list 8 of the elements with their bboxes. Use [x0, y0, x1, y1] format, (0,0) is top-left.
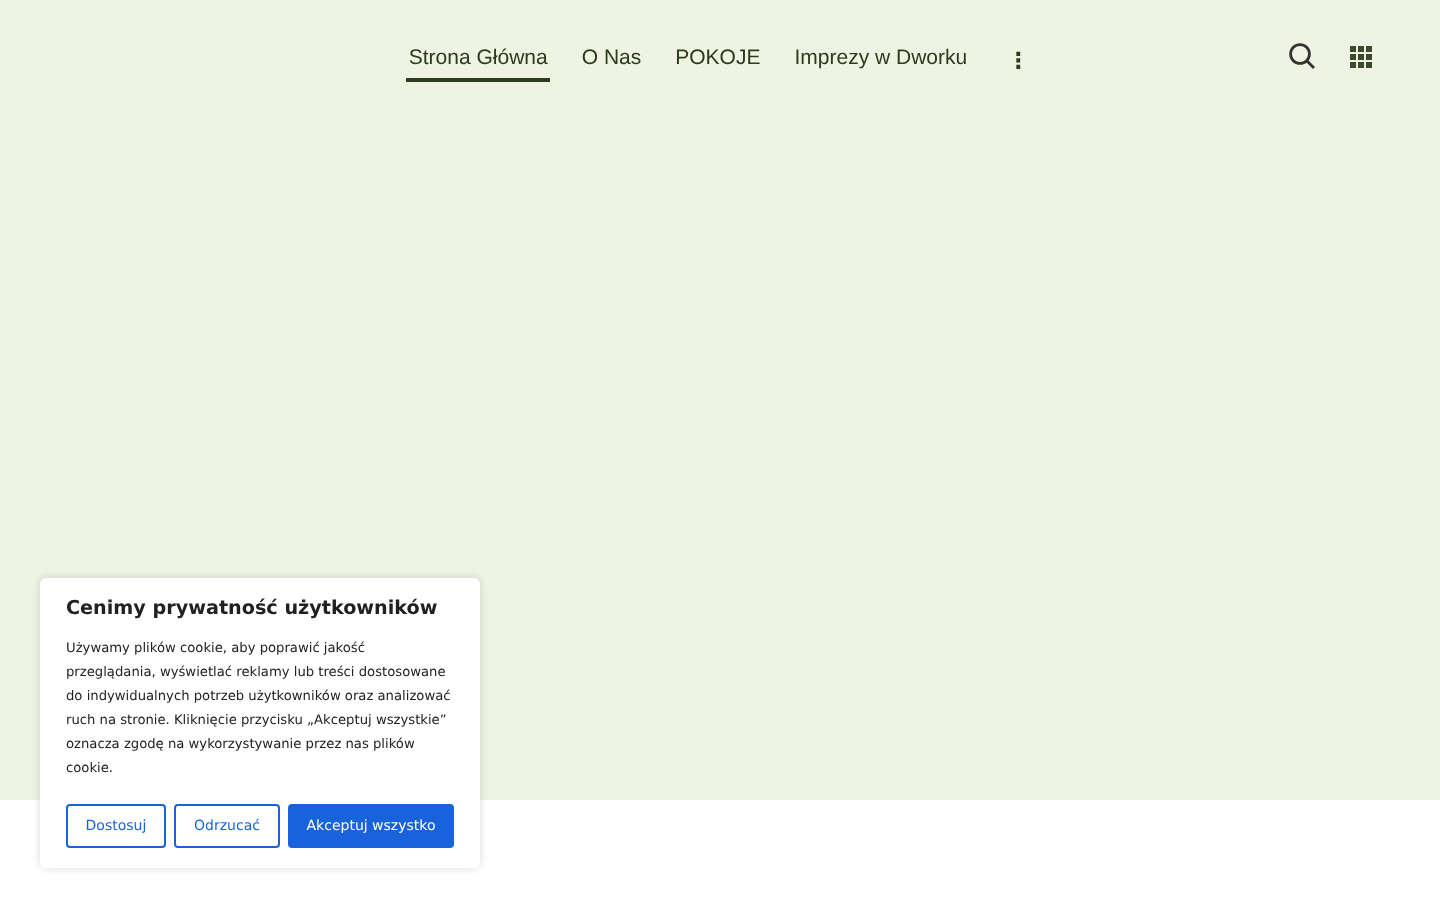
nav-link[interactable]: Imprezy w Dworku	[792, 42, 970, 82]
nav-link[interactable]: POKOJE	[673, 42, 763, 82]
more-menu-icon[interactable]: ⋮	[999, 47, 1038, 77]
banner-title: Cenimy prywatność użytkowników	[66, 598, 440, 620]
grid-menu-icon[interactable]	[1350, 45, 1372, 67]
nav-link[interactable]: O Nas	[579, 42, 644, 82]
search-icon[interactable]	[1288, 42, 1316, 70]
nav-link[interactable]: Strona Główna	[406, 42, 550, 82]
